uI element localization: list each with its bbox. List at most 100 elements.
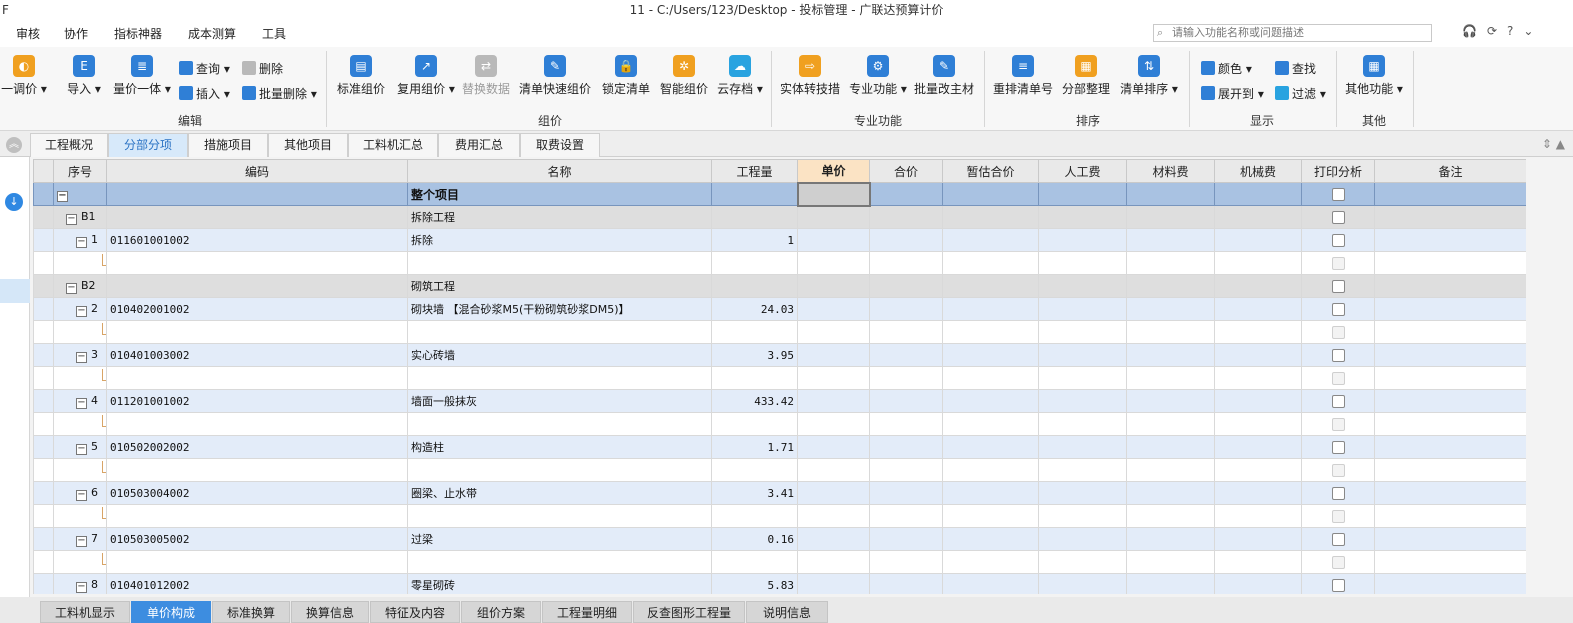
btab-labor-material-display[interactable]: 工料机显示 (40, 601, 130, 623)
print-analysis-checkbox[interactable] (1331, 394, 1345, 408)
help-icon[interactable]: ? (1507, 24, 1513, 38)
header-total-price[interactable]: 合价 (869, 159, 943, 183)
tab-other-items[interactable]: 其他项目 (268, 133, 348, 157)
lock-list-button[interactable]: 🔒 锁定清单 (600, 55, 652, 97)
adjust-price-button[interactable]: ◐ 一调价 ▾ (0, 55, 48, 97)
header-quantity[interactable]: 工程量 (711, 159, 798, 183)
refresh-icon[interactable]: ⟳ (1487, 24, 1497, 38)
row-code[interactable]: 011601001002 (106, 228, 408, 252)
row-name[interactable]: 构造柱 (407, 435, 712, 459)
row-name[interactable]: 砌块墙 【混合砂浆M5(干粉砌筑砂浆DM5)】 (407, 297, 712, 321)
import-button[interactable]: E 导入 ▾ (64, 55, 104, 97)
delete-button[interactable]: 删除 (242, 60, 283, 77)
row-quantity[interactable]: 3.95 (711, 343, 798, 367)
download-icon[interactable]: ↓ (5, 193, 23, 211)
row-code[interactable]: 010401003002 (106, 343, 408, 367)
filter-button[interactable]: 过滤 ▾ (1275, 85, 1326, 102)
row-name[interactable]: 圈梁、止水带 (407, 481, 712, 505)
row-name[interactable]: 墙面一般抹灰 (407, 389, 712, 413)
collapse-toggle-icon[interactable]: − (76, 351, 87, 363)
entity-convert-button[interactable]: ⇨ 实体转技措 (777, 55, 843, 97)
table-row[interactable]: −6 010503004002 圈梁、止水带 3.41 (33, 481, 1526, 505)
sub-row[interactable] (33, 251, 1526, 275)
print-analysis-checkbox[interactable] (1331, 325, 1345, 339)
btab-conversion-info[interactable]: 换算信息 (291, 601, 369, 623)
headset-icon[interactable]: 🎧 (1462, 24, 1477, 38)
btab-quantity-details[interactable]: 工程量明细 (542, 601, 632, 623)
header-code[interactable]: 编码 (106, 159, 408, 183)
menu-tools[interactable]: 工具 (262, 25, 286, 42)
btab-description[interactable]: 说明信息 (746, 601, 828, 623)
tab-sections[interactable]: 分部分项 (108, 133, 188, 157)
btab-standard-conversion[interactable]: 标准换算 (212, 601, 290, 623)
row-code[interactable]: 010503005002 (106, 527, 408, 551)
header-name[interactable]: 名称 (407, 159, 712, 183)
row-name[interactable]: 拆除 (407, 228, 712, 252)
renumber-list-button[interactable]: ≡ 重排清单号 (990, 55, 1056, 97)
header-labor-cost[interactable]: 人工费 (1038, 159, 1127, 183)
table-row[interactable]: −4 011201001002 墙面一般抹灰 433.42 (33, 389, 1526, 413)
arrow-up-icon[interactable]: ▲ (1556, 137, 1565, 151)
collapse-toggle-icon[interactable]: − (76, 535, 87, 547)
row-quantity[interactable]: 1.71 (711, 435, 798, 459)
print-analysis-checkbox[interactable] (1331, 279, 1345, 293)
row-code[interactable]: 011201001002 (106, 389, 408, 413)
print-analysis-checkbox[interactable] (1331, 233, 1345, 247)
insert-button[interactable]: 插入 ▾ (179, 85, 230, 102)
table-row[interactable]: −7 010503005002 过梁 0.16 (33, 527, 1526, 551)
row-quantity[interactable] (711, 274, 798, 298)
find-button[interactable]: 查找 (1275, 60, 1316, 77)
btab-features-content[interactable]: 特征及内容 (370, 601, 460, 623)
row-code[interactable]: 010401012002 (106, 573, 408, 594)
sub-row[interactable] (33, 366, 1526, 390)
tab-labor-material-summary[interactable]: 工料机汇总 (348, 133, 438, 157)
table-row[interactable]: −2 010402001002 砌块墙 【混合砂浆M5(干粉砌筑砂浆DM5)】 24.… (33, 297, 1526, 321)
unit-price-cell-selected[interactable] (796, 181, 871, 207)
row-name[interactable]: 过梁 (407, 527, 712, 551)
section-row[interactable]: − B1 拆除工程 (33, 205, 1526, 229)
sub-row[interactable] (33, 504, 1526, 528)
row-code[interactable]: 010503004002 (106, 481, 408, 505)
print-analysis-checkbox[interactable] (1331, 348, 1345, 362)
row-quantity[interactable]: 5.83 (711, 573, 798, 594)
row-quantity[interactable]: 24.03 (711, 297, 798, 321)
smart-pricing-button[interactable]: ✲ 智能组价 (657, 55, 711, 97)
print-analysis-checkbox[interactable] (1331, 188, 1345, 201)
collapse-toggle-icon[interactable]: − (66, 282, 77, 294)
sub-row[interactable] (33, 412, 1526, 436)
tab-project-overview[interactable]: 工程概况 (30, 133, 108, 157)
print-analysis-checkbox[interactable] (1331, 371, 1345, 385)
collapse-toggle-icon[interactable]: − (76, 443, 87, 455)
more-icon[interactable]: ⌄ (1523, 24, 1533, 38)
header-remark[interactable]: 备注 (1374, 159, 1526, 183)
print-analysis-checkbox[interactable] (1331, 463, 1345, 477)
batch-delete-button[interactable]: 批量删除 ▾ (242, 85, 317, 102)
sub-row[interactable] (33, 550, 1526, 574)
header-estimated-total[interactable]: 暂估合价 (942, 159, 1039, 183)
btab-reverse-quantity[interactable]: 反查图形工程量 (633, 601, 745, 623)
cloud-archive-button[interactable]: ☁ 云存档 ▾ (714, 55, 766, 97)
collapse-toggle-icon[interactable]: − (66, 213, 77, 225)
query-button[interactable]: 查询 ▾ (179, 60, 230, 77)
whole-project-label[interactable]: 整个项目 (407, 182, 712, 206)
print-analysis-checkbox[interactable] (1331, 555, 1345, 569)
table-row[interactable]: −3 010401003002 实心砖墙 3.95 (33, 343, 1526, 367)
print-analysis-checkbox[interactable] (1331, 417, 1345, 431)
collapse-toggle-icon[interactable]: − (76, 581, 87, 593)
row-quantity[interactable]: 433.42 (711, 389, 798, 413)
collapse-toggle-icon[interactable]: − (76, 236, 87, 248)
print-analysis-checkbox[interactable] (1331, 486, 1345, 500)
print-analysis-checkbox[interactable] (1331, 440, 1345, 454)
sub-row[interactable] (33, 320, 1526, 344)
row-code[interactable] (106, 205, 408, 229)
menu-cost[interactable]: 成本测算 (188, 25, 236, 42)
list-sort-button[interactable]: ⇅ 清单排序 ▾ (1117, 55, 1181, 97)
print-analysis-checkbox[interactable] (1331, 532, 1345, 546)
tab-fee-settings[interactable]: 取费设置 (520, 133, 600, 157)
tab-fee-summary[interactable]: 费用汇总 (438, 133, 520, 157)
print-analysis-checkbox[interactable] (1331, 509, 1345, 523)
tab-measures[interactable]: 措施项目 (188, 133, 268, 157)
header-print-analysis[interactable]: 打印分析 (1301, 159, 1375, 183)
menu-index[interactable]: 指标神器 (114, 25, 162, 42)
quick-pricing-button[interactable]: ✎ 清单快速组价 (517, 55, 593, 97)
